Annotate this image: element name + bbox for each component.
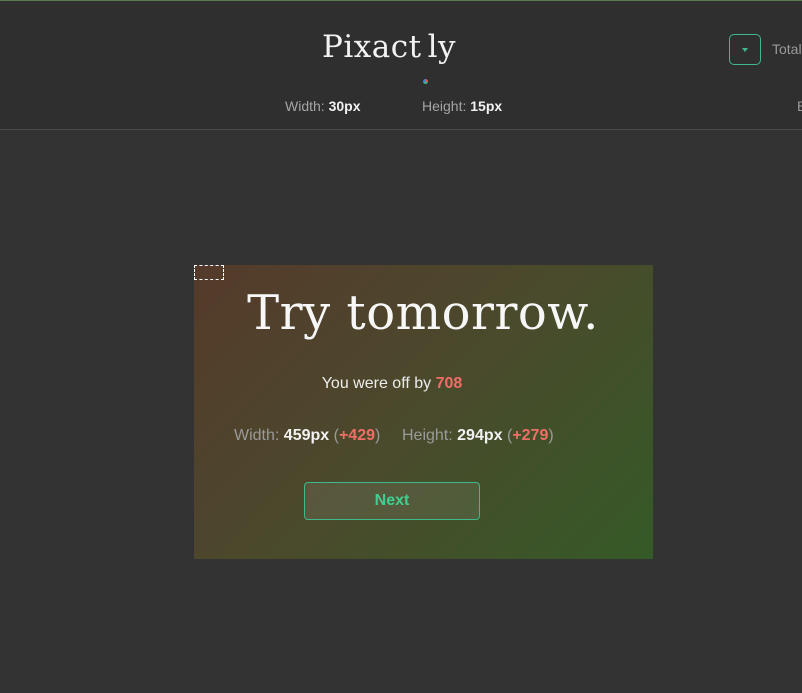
result-height: Height: 294px (+279)	[402, 427, 554, 444]
logo-text-left: Pixact	[322, 29, 422, 65]
target-height-value: 15px	[470, 98, 503, 114]
next-button[interactable]: Next	[304, 482, 480, 520]
result-width: Width: 459px (+429)	[234, 427, 381, 444]
result-width-value: 459px	[283, 427, 330, 444]
result-height-label: Height:	[402, 427, 453, 444]
best-label: B	[797, 98, 802, 114]
result-width-label: Width:	[234, 427, 280, 444]
target-width-label: Width:	[285, 98, 325, 114]
target-height-label: Height:	[422, 98, 467, 114]
header: Pixact ly Total Width: 30px Height: 15px …	[0, 1, 802, 129]
caret-down-icon	[742, 47, 748, 52]
result-width-delta: +429	[338, 427, 375, 444]
result-height-value: 294px	[457, 427, 503, 444]
target-size-marker	[194, 265, 224, 280]
off-by-value: 708	[435, 375, 463, 392]
logo-text-right: ly	[427, 29, 456, 65]
total-label: Total	[772, 41, 802, 57]
header-divider	[0, 129, 802, 130]
menu-dropdown-button[interactable]	[729, 34, 761, 65]
result-card: Try tomorrow. You were off by 708 Width:…	[194, 265, 653, 559]
result-height-delta: +279	[512, 427, 549, 444]
target-width: Width: 30px	[285, 98, 361, 114]
target-height: Height: 15px	[422, 98, 502, 114]
target-width-value: 30px	[328, 98, 361, 114]
off-by-prefix: You were off by	[321, 375, 436, 392]
result-headline: Try tomorrow.	[247, 285, 599, 341]
off-by-text: You were off by 708	[194, 375, 590, 393]
app-logo: Pixact ly	[322, 29, 456, 84]
